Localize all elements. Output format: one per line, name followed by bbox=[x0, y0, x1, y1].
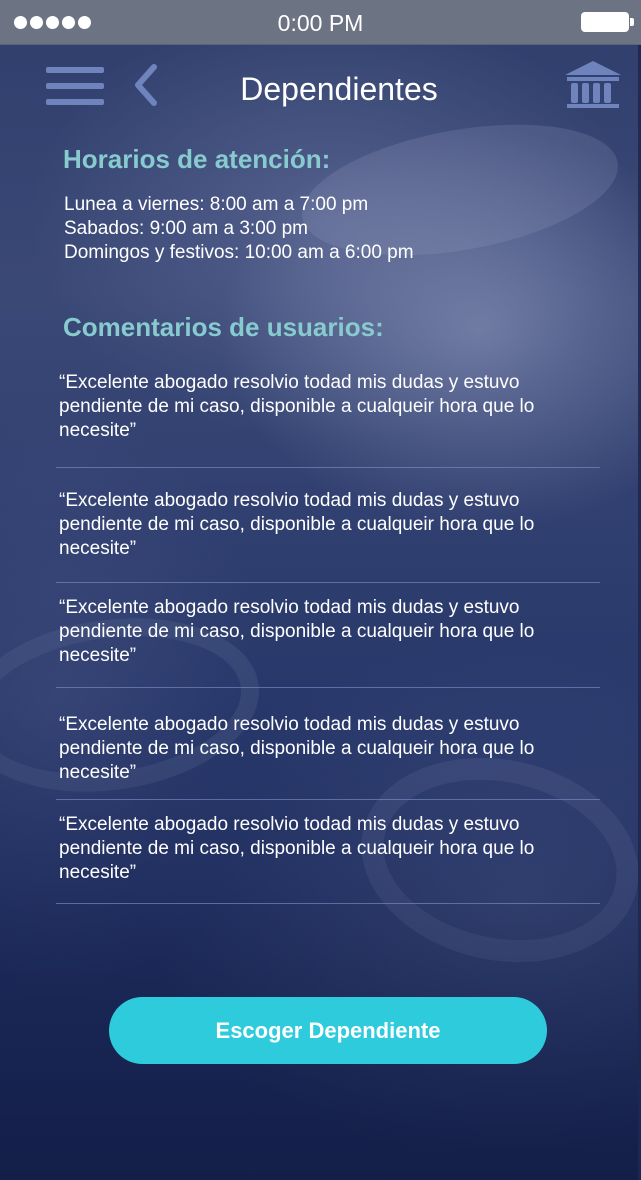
comment-item: “Excelente abogado resolvio todad mis du… bbox=[56, 468, 600, 583]
comment-text: “Excelente abogado resolvio todad mis du… bbox=[59, 814, 535, 883]
hours-list: Lunea a viernes: 8:00 am a 7:00 pm Sabad… bbox=[64, 193, 414, 265]
comment-text: “Excelente abogado resolvio todad mis du… bbox=[59, 597, 535, 666]
choose-dependent-button[interactable]: Escoger Dependiente bbox=[109, 997, 547, 1064]
comment-text: “Excelente abogado resolvio todad mis du… bbox=[59, 714, 535, 783]
comments-list: “Excelente abogado resolvio todad mis du… bbox=[56, 365, 600, 904]
comment-item: “Excelente abogado resolvio todad mis du… bbox=[56, 365, 600, 468]
page-title: Dependientes bbox=[240, 71, 438, 107]
comment-text: “Excelente abogado resolvio todad mis du… bbox=[59, 490, 535, 559]
comment-item: “Excelente abogado resolvio todad mis du… bbox=[56, 800, 600, 904]
bank-building-icon[interactable] bbox=[563, 59, 623, 109]
comment-item: “Excelente abogado resolvio todad mis du… bbox=[56, 688, 600, 800]
comments-section-title: Comentarios de usuarios: bbox=[63, 312, 384, 342]
app-header: Dependientes bbox=[0, 45, 641, 135]
comment-item: “Excelente abogado resolvio todad mis du… bbox=[56, 583, 600, 688]
comment-text: “Excelente abogado resolvio todad mis du… bbox=[59, 372, 535, 441]
battery-icon bbox=[581, 12, 634, 32]
hours-weekdays: Lunea a viernes: 8:00 am a 7:00 pm bbox=[64, 194, 369, 215]
hours-saturday: Sabados: 9:00 am a 3:00 pm bbox=[64, 218, 308, 239]
status-time: 0:00 PM bbox=[277, 10, 364, 36]
hours-sunday-holidays: Domingos y festivos: 10:00 am a 6:00 pm bbox=[64, 242, 414, 263]
status-bar: 0:00 PM bbox=[0, 0, 641, 45]
hours-section-title: Horarios de atención: bbox=[63, 144, 331, 174]
